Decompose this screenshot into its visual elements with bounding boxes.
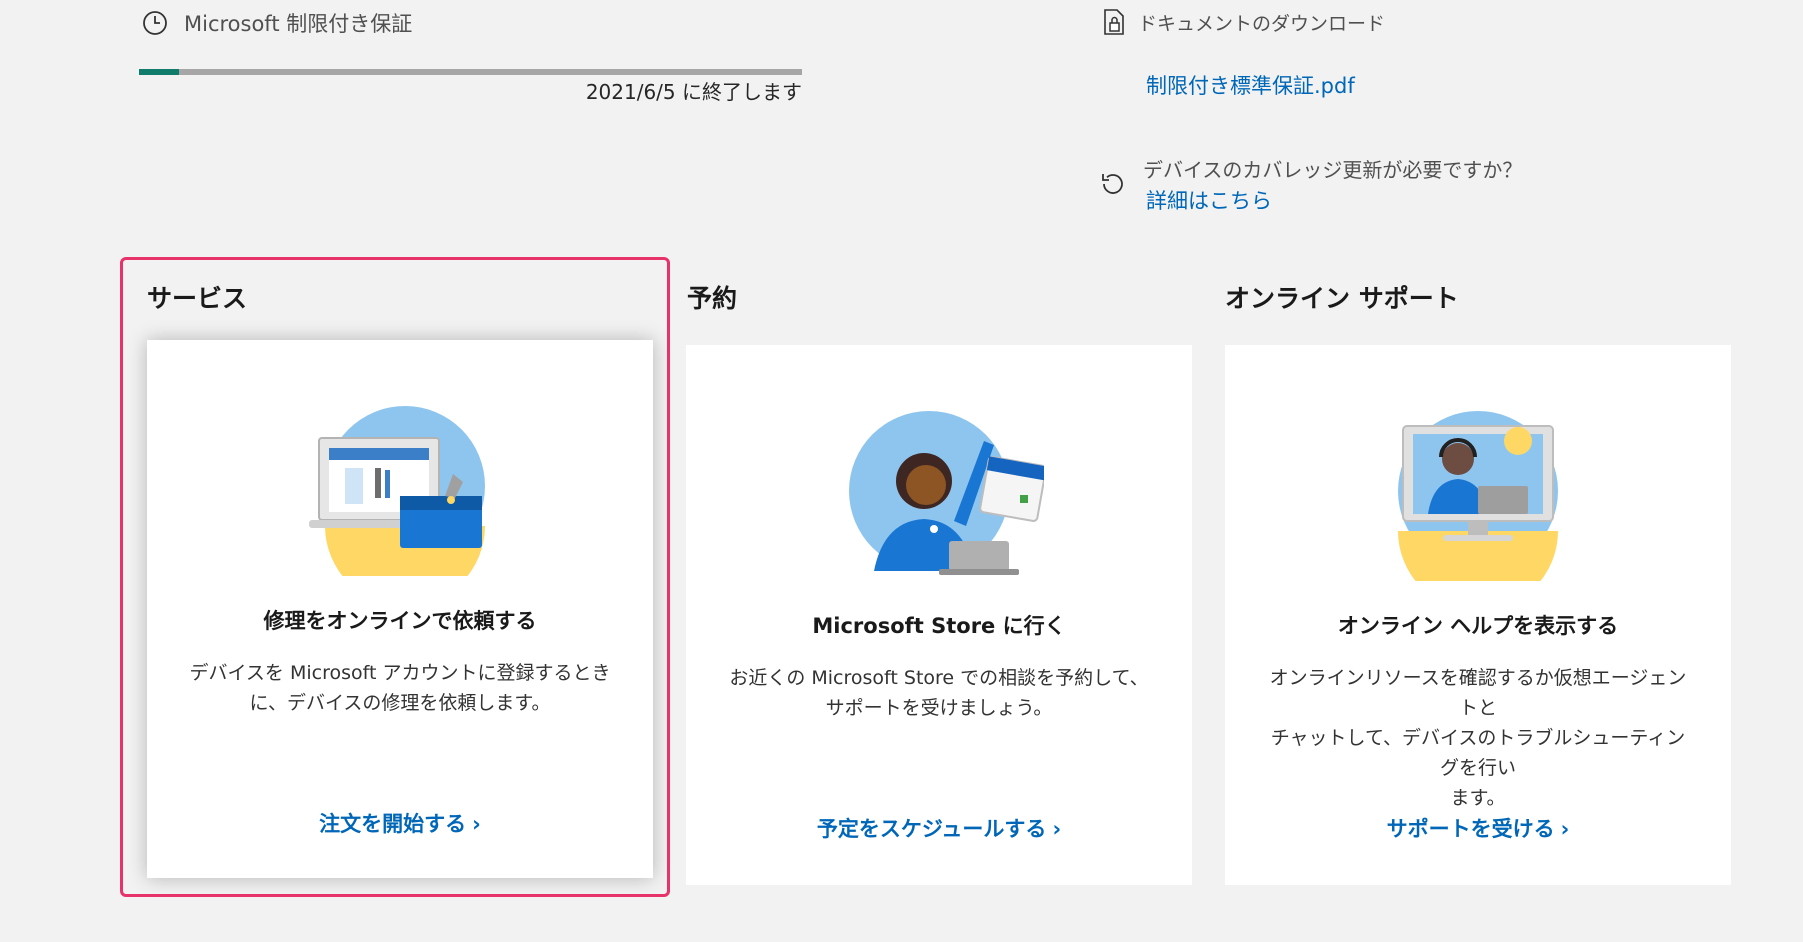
section-title-service: サービス: [147, 284, 248, 313]
agent-monitor-illustration: [1398, 411, 1558, 581]
document-lock-icon: [1104, 9, 1124, 35]
online-support-card-title: オンライン ヘルプを表示する: [1337, 614, 1619, 638]
booking-desc-line: サポートを受けましょう。: [825, 697, 1053, 719]
get-support-label: サポートを受ける: [1386, 817, 1555, 841]
service-card-title: 修理をオンラインで依頼する: [263, 609, 537, 633]
service-desc-line: に、デバイスの修理を依頼します。: [249, 692, 551, 714]
service-desc-line: デバイスを Microsoft アカウントに登録するとき: [189, 662, 611, 684]
chevron-right-icon: ›: [1052, 817, 1062, 841]
online-desc-line: ます。: [1450, 787, 1506, 809]
warranty-title: Microsoft 制限付き保証: [184, 12, 413, 36]
schedule-appointment-link[interactable]: 予定をスケジュールする ›: [686, 813, 1192, 843]
get-support-link[interactable]: サポートを受ける ›: [1225, 813, 1731, 843]
online-desc-line: チャットして、デバイスのトラブルシューティングを行い: [1270, 727, 1686, 779]
schedule-appointment-label: 予定をスケジュールする: [816, 817, 1047, 841]
booking-desc-line: お近くの Microsoft Store での相談を予約して、: [729, 667, 1149, 689]
warranty-progress-fill: [139, 69, 179, 75]
laptop-toolbox-illustration: [309, 406, 485, 576]
online-desc-line: オンラインリソースを確認するか仮想エージェントと: [1269, 667, 1687, 719]
chevron-right-icon: ›: [1560, 817, 1570, 841]
refresh-icon: [1102, 174, 1123, 194]
warranty-progress-bar: [139, 69, 802, 75]
chevron-right-icon: ›: [472, 812, 481, 836]
coverage-learn-more-link[interactable]: 詳細はこちら: [1146, 185, 1272, 215]
section-title-online-support: オンライン サポート: [1225, 284, 1459, 313]
warranty-pdf-link[interactable]: 制限付き標準保証.pdf: [1146, 70, 1355, 100]
booking-card-title: Microsoft Store に行く: [812, 614, 1066, 638]
warranty-header: Microsoft 制限付き保証: [142, 8, 412, 38]
documents-heading: ドキュメントのダウンロード: [1138, 12, 1386, 35]
warranty-expiry: 2021/6/5 に終了します: [585, 80, 802, 104]
booking-card-description: お近くの Microsoft Store での相談を予約して、 サポートを受けま…: [726, 663, 1152, 723]
clock-icon: [143, 11, 167, 35]
service-card: 修理をオンラインで依頼する デバイスを Microsoft アカウントに登録する…: [147, 340, 653, 878]
service-card-description: デバイスを Microsoft アカウントに登録するとき に、デバイスの修理を依…: [187, 658, 613, 718]
online-support-card: オンライン ヘルプを表示する オンラインリソースを確認するか仮想エージェントと …: [1225, 345, 1731, 885]
coverage-question: デバイスのカバレッジ更新が必要ですか？: [1143, 158, 1523, 182]
start-order-link[interactable]: 注文を開始する ›: [147, 808, 653, 838]
person-calendar-illustration: [849, 411, 1044, 575]
start-order-label: 注文を開始する: [319, 812, 467, 836]
booking-card: Microsoft Store に行く お近くの Microsoft Store…: [686, 345, 1192, 885]
documents-header: ドキュメントのダウンロード: [1102, 8, 1385, 36]
online-support-card-description: オンラインリソースを確認するか仮想エージェントと チャットして、デバイスのトラブ…: [1265, 663, 1691, 813]
section-title-booking: 予約: [687, 284, 738, 313]
